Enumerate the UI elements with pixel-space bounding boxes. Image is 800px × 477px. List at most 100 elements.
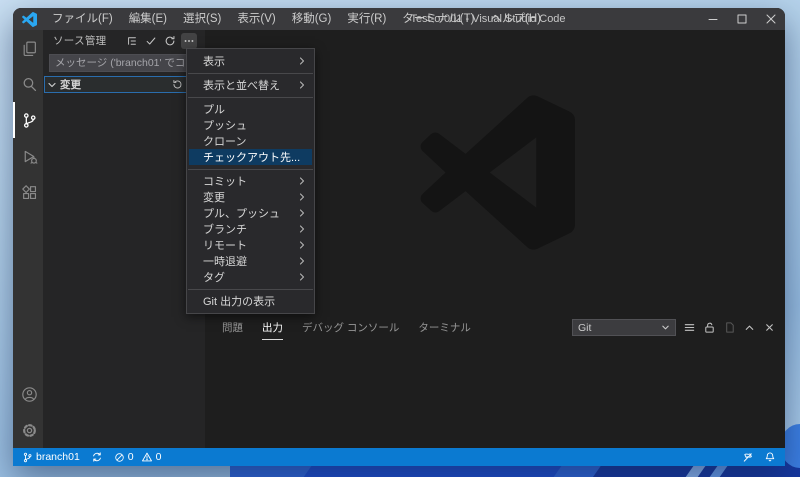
main-area: ソース管理 メッセージ ('branch01' でコミットす 変更 問題 出力 … [13, 30, 785, 448]
menu-item-changes[interactable]: 変更 [187, 189, 314, 205]
menu-item-view-sort[interactable]: 表示と並べ替え [187, 77, 314, 93]
activity-extensions-icon[interactable] [13, 174, 43, 210]
menu-item-label: Git 出力の表示 [203, 296, 276, 308]
menu-item-stash[interactable]: 一時退避 [187, 253, 314, 269]
close-button[interactable] [756, 8, 785, 30]
output-channel-value: Git [578, 321, 592, 334]
menu-separator [188, 288, 313, 290]
activity-bar [13, 30, 43, 448]
output-content [205, 340, 785, 448]
settings-gear-icon[interactable] [13, 412, 43, 448]
maximize-button[interactable] [727, 8, 756, 30]
sync-indicator[interactable] [91, 451, 103, 463]
menu-separator [188, 72, 313, 74]
open-log-file-icon[interactable] [723, 321, 736, 334]
bottom-panel: 問題 出力 デバッグ コンソール ターミナル Git [205, 315, 785, 448]
menu-item-push[interactable]: プッシュ [187, 117, 314, 133]
submenu-chevron-icon [298, 273, 306, 281]
activity-explorer-icon[interactable] [13, 30, 43, 66]
window-title: Test-o-001 - Visual Studio Code [410, 13, 566, 25]
menu-item-label: プッシュ [203, 120, 247, 132]
submenu-chevron-icon [298, 241, 306, 249]
submenu-chevron-icon [298, 177, 306, 185]
menu-item-branch[interactable]: ブランチ [187, 221, 314, 237]
menu-item-label: タグ [203, 272, 225, 284]
commit-check-icon[interactable] [143, 33, 159, 49]
submenu-chevron-icon [298, 257, 306, 265]
changes-label: 変更 [60, 79, 81, 91]
menu-item-label: ブランチ [203, 224, 247, 236]
tab-debug-console[interactable]: デバッグ コンソール [302, 315, 399, 340]
menu-item-label: リモート [203, 240, 247, 252]
menu-file[interactable]: ファイル(F) [44, 8, 121, 30]
menu-item-show-git-output[interactable]: Git 出力の表示 [187, 293, 314, 309]
sync-icon [92, 452, 101, 462]
menu-item-commit[interactable]: コミット [187, 173, 314, 189]
branch-indicator[interactable]: branch01 [22, 451, 80, 463]
chevron-down-icon [47, 80, 57, 90]
menu-item-label: クローン [203, 136, 247, 148]
menu-item-label: コミット [203, 176, 247, 188]
bell-icon[interactable] [764, 451, 776, 463]
maximize-panel-icon[interactable] [743, 321, 756, 334]
window-controls [698, 8, 785, 30]
menu-item-remote[interactable]: リモート [187, 237, 314, 253]
menu-separator [188, 168, 313, 170]
chevron-down-icon [662, 325, 669, 330]
menu-item-label: プル [203, 104, 225, 116]
activity-search-icon[interactable] [13, 66, 43, 102]
sidebar-header-actions [124, 32, 197, 49]
close-panel-icon[interactable] [763, 321, 776, 334]
tab-terminal[interactable]: ターミナル [418, 315, 471, 340]
menu-run[interactable]: 実行(R) [339, 8, 394, 30]
status-bar: branch01 0 0 [13, 448, 785, 466]
error-icon [115, 452, 124, 462]
vscode-watermark-logo [420, 95, 575, 250]
menu-item-view[interactable]: 表示 [187, 53, 314, 69]
status-bar-right [742, 451, 776, 463]
menu-go[interactable]: 移動(G) [284, 8, 340, 30]
more-actions-icon[interactable] [181, 32, 197, 49]
view-as-tree-icon[interactable] [124, 33, 140, 49]
menu-item-clone[interactable]: クローン [187, 133, 314, 149]
menu-item-label: 表示 [203, 56, 225, 68]
discard-changes-icon[interactable] [172, 79, 183, 90]
refresh-icon[interactable] [162, 33, 178, 49]
activity-run-debug-icon[interactable] [13, 138, 43, 174]
changes-section-header[interactable]: 変更 [44, 76, 204, 93]
commit-message-input[interactable] [49, 54, 199, 72]
source-control-sidebar: ソース管理 メッセージ ('branch01' でコミットす 変更 [43, 30, 205, 448]
lock-scroll-icon[interactable] [703, 321, 716, 334]
menu-item-checkout-to[interactable]: チェックアウト先... [189, 149, 312, 165]
panel-header: 問題 出力 デバッグ コンソール ターミナル Git [205, 315, 785, 340]
submenu-chevron-icon [298, 81, 306, 89]
menu-item-label: 一時退避 [203, 256, 247, 268]
problems-indicator[interactable]: 0 0 [114, 451, 161, 463]
menu-selection[interactable]: 選択(S) [175, 8, 229, 30]
menu-edit[interactable]: 編集(E) [121, 8, 175, 30]
menu-item-tags[interactable]: タグ [187, 269, 314, 285]
menu-item-pull[interactable]: プル [187, 101, 314, 117]
feedback-icon[interactable] [742, 451, 754, 463]
tab-problems[interactable]: 問題 [222, 315, 243, 340]
vscode-logo-icon [22, 11, 37, 27]
minimize-button[interactable] [698, 8, 727, 30]
clear-output-icon[interactable] [683, 321, 696, 334]
menu-item-pull-push[interactable]: プル、プッシュ [187, 205, 314, 221]
account-icon[interactable] [13, 376, 43, 412]
menu-item-label: チェックアウト先... [203, 152, 301, 164]
git-more-actions-menu: 表示 表示と並べ替え プル プッシュ クローン チェックアウト先... コミット… [186, 48, 315, 314]
activity-source-control-icon[interactable] [13, 102, 43, 138]
output-channel-select[interactable]: Git [572, 319, 676, 336]
title-bar: ファイル(F) 編集(E) 選択(S) 表示(V) 移動(G) 実行(R) ター… [13, 8, 785, 30]
submenu-chevron-icon [298, 209, 306, 217]
menu-item-label: プル、プッシュ [203, 208, 280, 220]
submenu-chevron-icon [298, 57, 306, 65]
menu-separator [188, 96, 313, 98]
menu-view[interactable]: 表示(V) [229, 8, 283, 30]
tab-output[interactable]: 出力 [262, 315, 283, 340]
menu-item-label: 表示と並べ替え [203, 80, 280, 92]
warning-icon [141, 452, 152, 462]
error-count: 0 [127, 451, 134, 463]
submenu-chevron-icon [298, 225, 306, 233]
